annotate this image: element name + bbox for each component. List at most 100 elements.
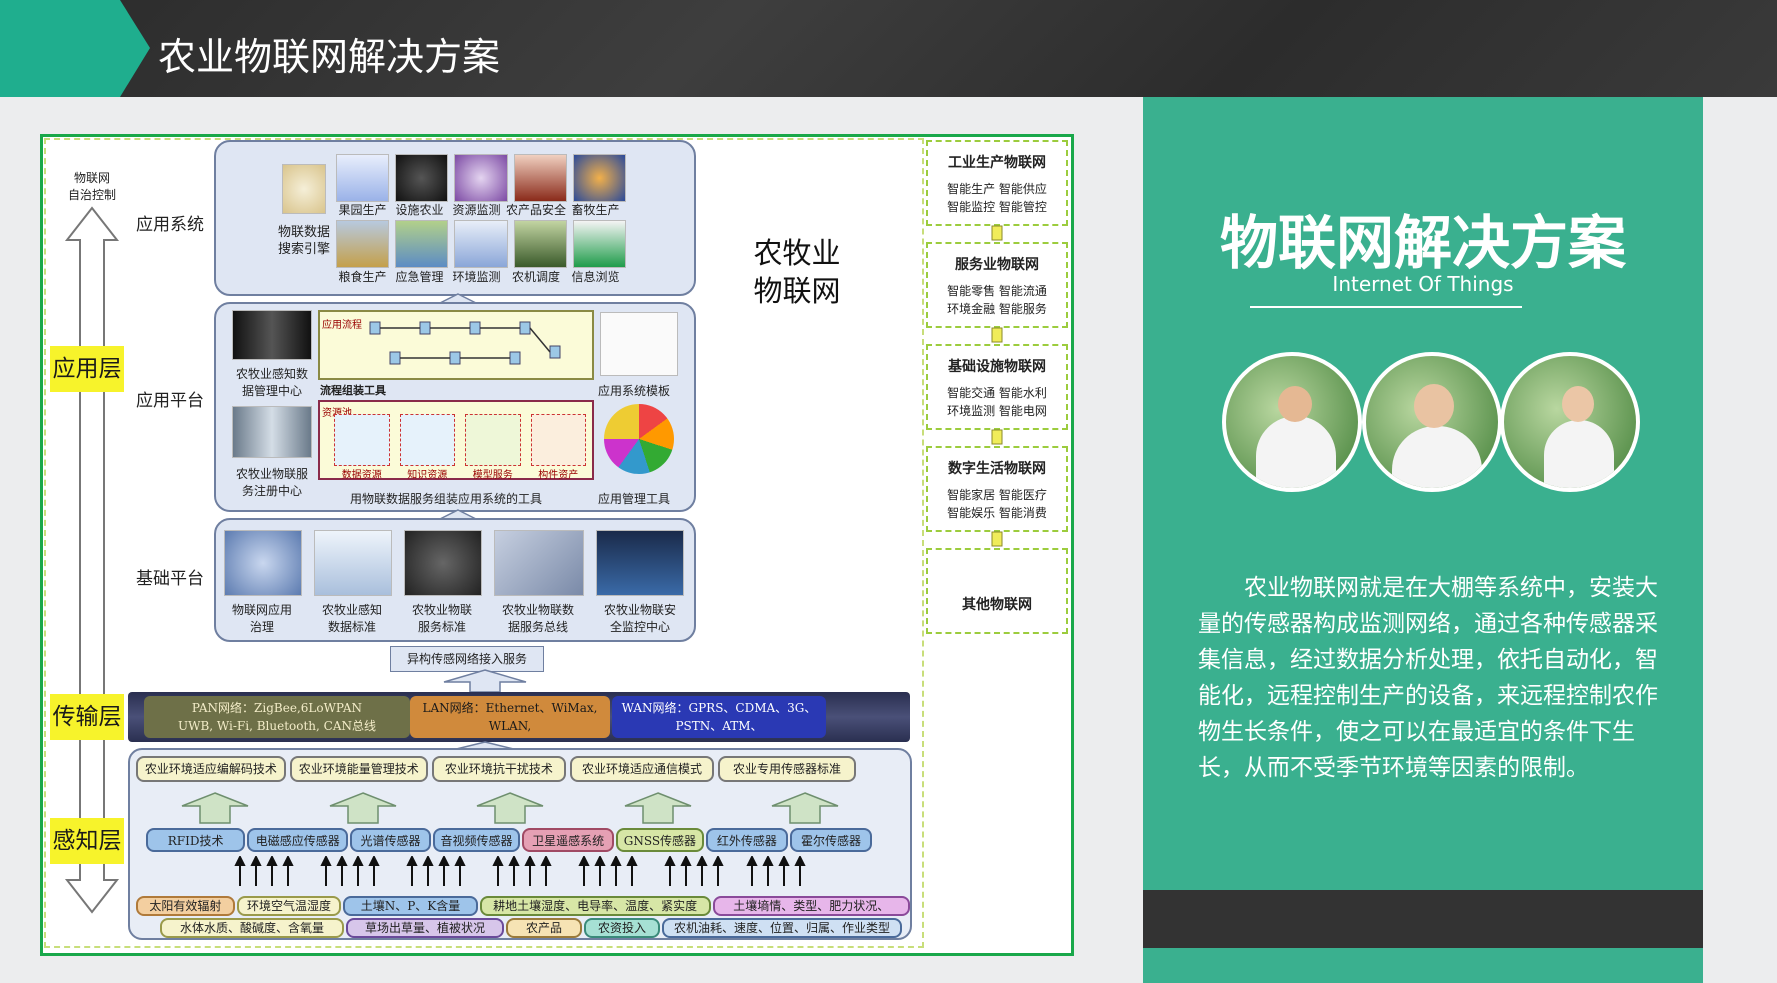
compose-tool-label: 用物联数据服务组装应用系统的工具 — [350, 492, 543, 506]
livestock-thumb — [572, 154, 627, 202]
tech-chip: 农业环境适应编解码技术 — [136, 756, 286, 782]
resource-pool-items — [334, 414, 586, 466]
base-platform-label: 基础平台 — [136, 569, 204, 589]
app-system-label: 应用系统 — [136, 215, 204, 235]
app-template-thumb — [600, 312, 678, 376]
safety-thumb — [513, 154, 567, 202]
search-engine-label: 物联数据 搜索引擎 — [277, 225, 330, 257]
service-center-thumb — [232, 406, 312, 458]
face-shape — [1562, 386, 1594, 422]
param-chip: 草场出草量、植被状况 — [346, 918, 504, 938]
param-chip: 耕地土壤湿度、电导率、温度、紧实度 — [479, 896, 711, 916]
subtitle-underline — [1250, 306, 1522, 308]
up-arrow — [443, 669, 527, 693]
resource-thumb — [454, 154, 508, 202]
data-standard-thumb — [314, 530, 392, 596]
app-manage-icon — [604, 404, 674, 474]
param-chip: 农产品 — [506, 918, 582, 938]
side-panel-footer-strip — [1143, 890, 1703, 948]
process-tool-label: 流程组装工具 — [320, 384, 386, 397]
sensor-chip: RFID技术 — [146, 828, 246, 852]
component-asset-box — [530, 414, 586, 466]
orchard-thumb — [336, 154, 390, 202]
face-shape — [1414, 384, 1454, 428]
base-item-label: 农牧业物联数 据服务总线 — [501, 603, 574, 634]
resource-label: 知识资源 — [407, 470, 448, 481]
resource-label: 模型服务 — [472, 470, 513, 481]
base-item-label: 农牧业物联 服务标准 — [411, 603, 472, 634]
knowledge-resource-box — [399, 414, 455, 466]
app-platform-label: 应用平台 — [136, 391, 204, 411]
data-center-label: 农牧业感知数 据管理中心 — [235, 367, 308, 398]
app-system-row2-labels: 粮食生产 应急管理 环境监测 农机调度 信息浏览 — [334, 268, 634, 285]
base-platform-thumbs — [224, 530, 684, 598]
photo-scientist-plants — [1500, 352, 1640, 492]
param-chip: 水体水质、酸碱度、含氧量 — [160, 918, 344, 938]
param-chip: 土壤墒情、类型、肥力状况、 — [712, 896, 910, 916]
sensor-chip: GNSS传感器 — [616, 828, 704, 852]
up-arrow — [476, 792, 544, 824]
app-template-label: 应用系统模板 — [598, 384, 671, 398]
info-browse-thumb — [572, 220, 627, 268]
side-description: 农业物联网就是在大棚等系统中，安装大量的传感器构成监测网络，通过各种传感器采集信… — [1198, 575, 1658, 781]
service-standard-thumb — [404, 530, 482, 596]
resource-label: 构件资产 — [538, 470, 579, 481]
process-flow-graph — [369, 321, 561, 365]
sensor-chip: 音视频传感器 — [432, 828, 521, 852]
param-chip: 农资投入 — [584, 918, 660, 938]
data-center-thumb — [232, 310, 312, 360]
param-row-2: 水体水质、酸碱度、含氧量 草场出草量、植被状况 农产品 农资投入 农机油耗、速度… — [160, 918, 910, 938]
sector-title: 工业生产物联网 — [948, 155, 1046, 171]
sensor-input-arrows — [234, 856, 806, 886]
service-center-label: 农牧业物联服 务注册中心 — [235, 467, 308, 498]
param-chip: 农机油耗、速度、位置、归属、作业类型 — [662, 918, 902, 938]
pan-network-box: PAN网络：ZigBee,6LoWPAN UWB, Wi-Fi, Bluetoo… — [144, 696, 410, 738]
up-arrow — [181, 792, 249, 824]
up-arrow — [624, 792, 691, 824]
base-item-label: 农牧业物联安 全监控中心 — [603, 603, 676, 634]
app-label: 农产品安全 — [505, 203, 566, 217]
model-service-box — [465, 414, 521, 466]
sensor-row: RFID技术 电磁感应传感器 光谱传感器 音视频传感器 卫星遥感系统 GNSS传… — [146, 828, 872, 852]
up-arrow — [329, 792, 396, 824]
app-label: 粮食生产 — [338, 270, 387, 284]
up-arrow — [771, 792, 839, 824]
machinery-thumb — [513, 220, 567, 268]
face-shape — [1278, 386, 1312, 422]
lab-coat-shape — [1392, 426, 1482, 488]
param-row-1: 太阳有效辐射 环境空气温湿度 土壤N、P、K含量 耕地土壤湿度、电导率、温度、紧… — [136, 896, 910, 916]
governance-thumb — [224, 530, 302, 596]
app-label: 果园生产 — [338, 203, 387, 217]
app-system-thumbs-row2 — [336, 220, 627, 268]
facility-thumb — [395, 154, 449, 202]
resource-label: 数据资源 — [341, 470, 382, 481]
base-platform-item-labels: 物联网应用 治理 农牧业感知 数据标准 农牧业物联 服务标准 农牧业物联数 据服… — [222, 602, 686, 636]
env-monitor-thumb — [454, 220, 508, 268]
param-chip: 土壤N、P、K含量 — [343, 896, 478, 916]
sector-box-other — [926, 548, 1068, 634]
app-label: 信息浏览 — [571, 270, 620, 284]
diagram-center-title: 农牧业 物联网 — [753, 236, 841, 308]
param-chip: 太阳有效辐射 — [136, 896, 235, 916]
data-resource-box — [334, 414, 390, 466]
emergency-thumb — [395, 220, 449, 268]
tech-chip: 农业环境抗干扰技术 — [431, 756, 566, 782]
param-chip: 环境空气温湿度 — [236, 896, 342, 916]
app-system-row1-labels: 果园生产 设施农业 资源监测 农产品安全 畜牧生产 — [334, 201, 634, 218]
app-label: 环境监测 — [452, 270, 501, 284]
sector-connectors — [991, 225, 1003, 547]
tech-chip: 农业环境能量管理技术 — [289, 756, 428, 782]
sensor-chip: 卫星遥感系统 — [522, 828, 614, 852]
lab-coat-shape — [1544, 420, 1614, 488]
sensor-chip: 红外传感器 — [705, 828, 788, 852]
side-subtitle: Internet Of Things — [1332, 272, 1514, 296]
app-label: 资源监测 — [452, 203, 501, 217]
app-system-thumbs-row1 — [336, 154, 627, 202]
lab-coat-shape — [1256, 416, 1336, 488]
photo-scientists-laptop — [1222, 352, 1362, 492]
app-label: 畜牧生产 — [571, 203, 620, 217]
search-engine-icon — [282, 164, 326, 214]
grain-thumb — [336, 220, 390, 268]
title-accent-tab — [0, 0, 150, 97]
base-item-label: 农牧业感知 数据标准 — [321, 603, 382, 634]
